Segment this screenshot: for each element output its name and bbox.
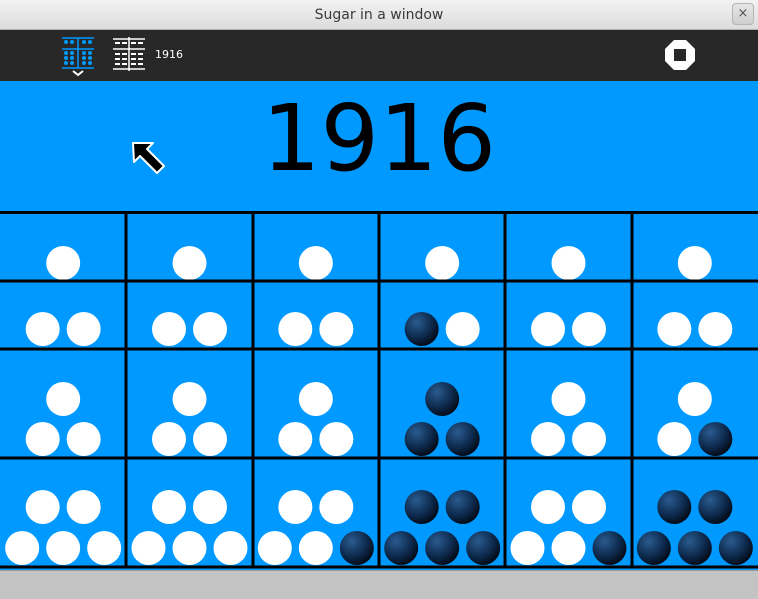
bead-inactive[interactable] — [25, 422, 60, 456]
abacus-board-svg[interactable] — [0, 211, 758, 570]
abacus-board[interactable] — [0, 211, 758, 570]
activity-toolbar: 1916 — [0, 30, 758, 81]
bead-inactive[interactable] — [25, 312, 60, 346]
bead-inactive[interactable] — [46, 531, 81, 565]
window-close-button[interactable]: × — [732, 3, 754, 25]
bead-active[interactable] — [404, 422, 439, 456]
bead-inactive[interactable] — [193, 312, 227, 346]
bead-active[interactable] — [339, 531, 374, 565]
bead-inactive[interactable] — [698, 312, 733, 346]
window-title: Sugar in a window — [314, 7, 444, 23]
bead-inactive[interactable] — [87, 531, 122, 565]
bead-inactive[interactable] — [572, 312, 606, 346]
bead-inactive[interactable] — [278, 422, 313, 456]
abacus-value-display: 1916 — [0, 81, 758, 211]
display-number: 1916 — [261, 85, 497, 192]
bead-inactive[interactable] — [172, 531, 207, 565]
bead-inactive[interactable] — [66, 490, 101, 524]
bead-inactive[interactable] — [5, 531, 40, 565]
bead-inactive[interactable] — [257, 531, 292, 565]
bead-active[interactable] — [404, 490, 439, 524]
bead-inactive[interactable] — [46, 246, 81, 280]
bead-inactive[interactable] — [66, 422, 101, 456]
bead-inactive[interactable] — [531, 422, 565, 456]
bead-active[interactable] — [425, 382, 460, 416]
bead-inactive[interactable] — [152, 490, 186, 524]
bead-inactive[interactable] — [551, 246, 586, 280]
bead-inactive[interactable] — [572, 490, 606, 524]
bead-active[interactable] — [384, 531, 419, 565]
bead-inactive[interactable] — [657, 422, 692, 456]
bead-inactive[interactable] — [551, 382, 586, 416]
bead-inactive[interactable] — [152, 422, 186, 456]
bead-inactive[interactable] — [572, 422, 606, 456]
bead-inactive[interactable] — [445, 312, 480, 346]
bead-active[interactable] — [636, 531, 671, 565]
bead-inactive[interactable] — [298, 246, 333, 280]
bead-inactive[interactable] — [298, 382, 333, 416]
bead-active[interactable] — [718, 531, 753, 565]
bead-active[interactable] — [466, 531, 501, 565]
abacus-activity-icon[interactable] — [60, 37, 96, 81]
bead-inactive[interactable] — [66, 312, 101, 346]
bead-active[interactable] — [698, 490, 733, 524]
bead-inactive[interactable] — [531, 490, 565, 524]
bead-inactive[interactable] — [319, 422, 354, 456]
bead-active[interactable] — [445, 422, 480, 456]
bead-inactive[interactable] — [677, 382, 712, 416]
bead-active[interactable] — [445, 490, 480, 524]
bead-inactive[interactable] — [278, 312, 313, 346]
bead-inactive[interactable] — [193, 490, 227, 524]
bead-inactive[interactable] — [677, 246, 712, 280]
bead-inactive[interactable] — [531, 312, 565, 346]
bead-active[interactable] — [404, 312, 439, 346]
mouse-pointer-icon — [130, 140, 168, 182]
bead-inactive[interactable] — [131, 531, 166, 565]
bead-inactive[interactable] — [46, 382, 81, 416]
bead-inactive[interactable] — [152, 312, 186, 346]
bead-active[interactable] — [677, 531, 712, 565]
window-statusbar — [0, 570, 758, 599]
bead-inactive[interactable] — [425, 246, 460, 280]
abacus-icon[interactable] — [112, 37, 146, 77]
window-titlebar[interactable]: Sugar in a window × — [0, 0, 758, 30]
stop-icon[interactable] — [664, 39, 696, 71]
bead-inactive[interactable] — [319, 312, 354, 346]
bead-inactive[interactable] — [278, 490, 313, 524]
bead-inactive[interactable] — [657, 312, 692, 346]
bead-active[interactable] — [592, 531, 627, 565]
bead-inactive[interactable] — [25, 490, 60, 524]
bead-inactive[interactable] — [298, 531, 333, 565]
bead-active[interactable] — [657, 490, 692, 524]
bead-inactive[interactable] — [213, 531, 248, 565]
bead-inactive[interactable] — [551, 531, 586, 565]
bead-inactive[interactable] — [172, 382, 207, 416]
bead-inactive[interactable] — [172, 246, 207, 280]
toolbar-value-label: 1916 — [155, 48, 183, 61]
bead-active[interactable] — [698, 422, 733, 456]
bead-active[interactable] — [425, 531, 460, 565]
bead-inactive[interactable] — [510, 531, 545, 565]
bead-inactive[interactable] — [319, 490, 354, 524]
bead-inactive[interactable] — [193, 422, 227, 456]
